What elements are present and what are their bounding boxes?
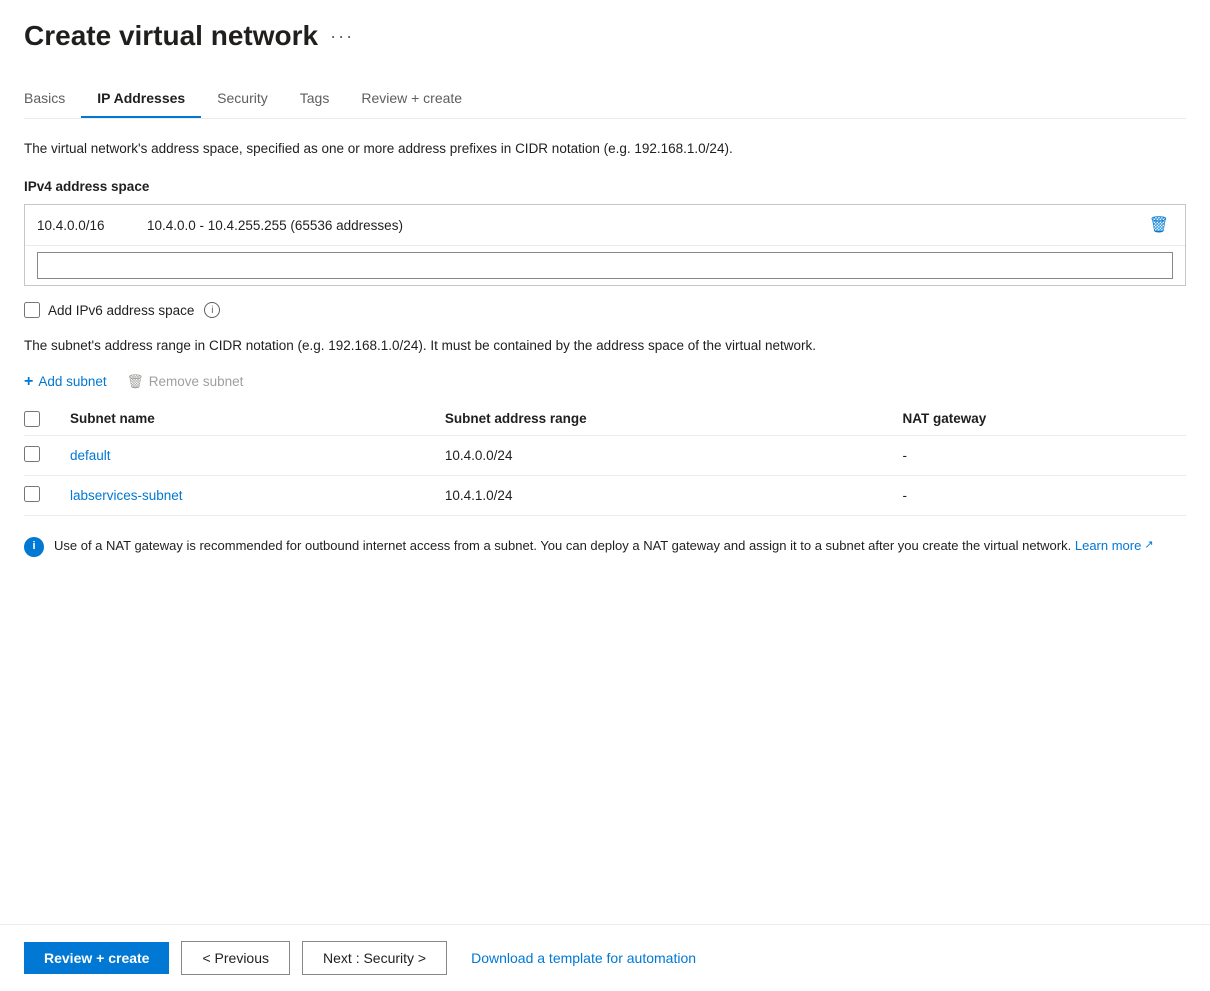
subnet-toolbar: + Add subnet 🗑 Remove subnet — [24, 373, 1186, 391]
ip-description: The virtual network's address space, spe… — [24, 139, 1186, 159]
ipv6-checkbox-row: Add IPv6 address space i — [24, 302, 1186, 318]
address-range: 10.4.0.0 - 10.4.255.255 (65536 addresses… — [147, 218, 1145, 233]
default-subnet-link[interactable]: default — [70, 448, 111, 463]
col-header-subnet-name: Subnet name — [60, 403, 435, 436]
select-all-checkbox[interactable] — [24, 411, 40, 427]
tab-basics[interactable]: Basics — [24, 80, 81, 118]
address-input-row — [25, 246, 1185, 285]
page-title: Create virtual network — [24, 20, 318, 52]
info-icon: i — [24, 537, 44, 557]
remove-subnet-label: Remove subnet — [149, 374, 244, 389]
nat-info-banner: i Use of a NAT gateway is recommended fo… — [24, 536, 1186, 557]
tab-ip-addresses[interactable]: IP Addresses — [81, 80, 201, 118]
add-ipv6-checkbox[interactable] — [24, 302, 40, 318]
table-row: labservices-subnet 10.4.1.0/24 - — [24, 475, 1186, 515]
subnet-range-default: 10.4.0.0/24 — [435, 435, 893, 475]
footer: Review + create < Previous Next : Securi… — [0, 924, 1210, 991]
col-header-nat-gateway: NAT gateway — [892, 403, 1186, 436]
info-banner-text: Use of a NAT gateway is recommended for … — [54, 536, 1154, 556]
learn-more-link[interactable]: Learn more ↗ — [1075, 536, 1154, 556]
download-template-button[interactable]: Download a template for automation — [471, 950, 696, 966]
nat-gateway-labservices: - — [892, 475, 1186, 515]
tabs-navigation: Basics IP Addresses Security Tags Review… — [24, 80, 1186, 119]
ipv6-info-icon: i — [204, 302, 220, 318]
tab-tags[interactable]: Tags — [284, 80, 346, 118]
row-checkbox-cell-2 — [24, 475, 60, 515]
add-subnet-button[interactable]: + Add subnet — [24, 373, 107, 391]
plus-icon: + — [24, 373, 33, 391]
col-header-subnet-range: Subnet address range — [435, 403, 893, 436]
review-create-button[interactable]: Review + create — [24, 942, 169, 974]
remove-subnet-button[interactable]: 🗑 Remove subnet — [127, 374, 244, 390]
subnet-table: Subnet name Subnet address range NAT gat… — [24, 403, 1186, 516]
add-ipv6-label: Add IPv6 address space — [48, 303, 194, 318]
row-2-checkbox[interactable] — [24, 486, 40, 502]
address-space-row: 10.4.0.0/16 10.4.0.0 - 10.4.255.255 (655… — [25, 205, 1185, 246]
address-space-input[interactable] — [37, 252, 1173, 279]
external-link-icon: ↗ — [1144, 537, 1153, 554]
row-checkbox-cell-1 — [24, 435, 60, 475]
tab-review-create[interactable]: Review + create — [345, 80, 478, 118]
address-cidr: 10.4.0.0/16 — [37, 218, 147, 233]
ellipsis-menu-button[interactable]: ··· — [330, 26, 354, 47]
add-subnet-label: Add subnet — [38, 374, 106, 389]
previous-button[interactable]: < Previous — [181, 941, 290, 975]
ipv4-label: IPv4 address space — [24, 179, 1186, 194]
subnet-range-labservices: 10.4.1.0/24 — [435, 475, 893, 515]
subnet-name-labservices: labservices-subnet — [60, 475, 435, 515]
trash-icon-remove: 🗑 — [127, 374, 144, 390]
trash-icon: 🗑 — [1149, 217, 1169, 234]
table-row: default 10.4.0.0/24 - — [24, 435, 1186, 475]
address-space-container: 10.4.0.0/16 10.4.0.0 - 10.4.255.255 (655… — [24, 204, 1186, 286]
next-security-button[interactable]: Next : Security > — [302, 941, 447, 975]
tab-security[interactable]: Security — [201, 80, 284, 118]
row-1-checkbox[interactable] — [24, 446, 40, 462]
nat-gateway-default: - — [892, 435, 1186, 475]
delete-address-button[interactable]: 🗑 — [1145, 213, 1173, 237]
subnet-name-default: default — [60, 435, 435, 475]
subnet-description: The subnet's address range in CIDR notat… — [24, 336, 1186, 356]
labservices-subnet-link[interactable]: labservices-subnet — [70, 488, 183, 503]
select-all-th — [24, 403, 60, 436]
